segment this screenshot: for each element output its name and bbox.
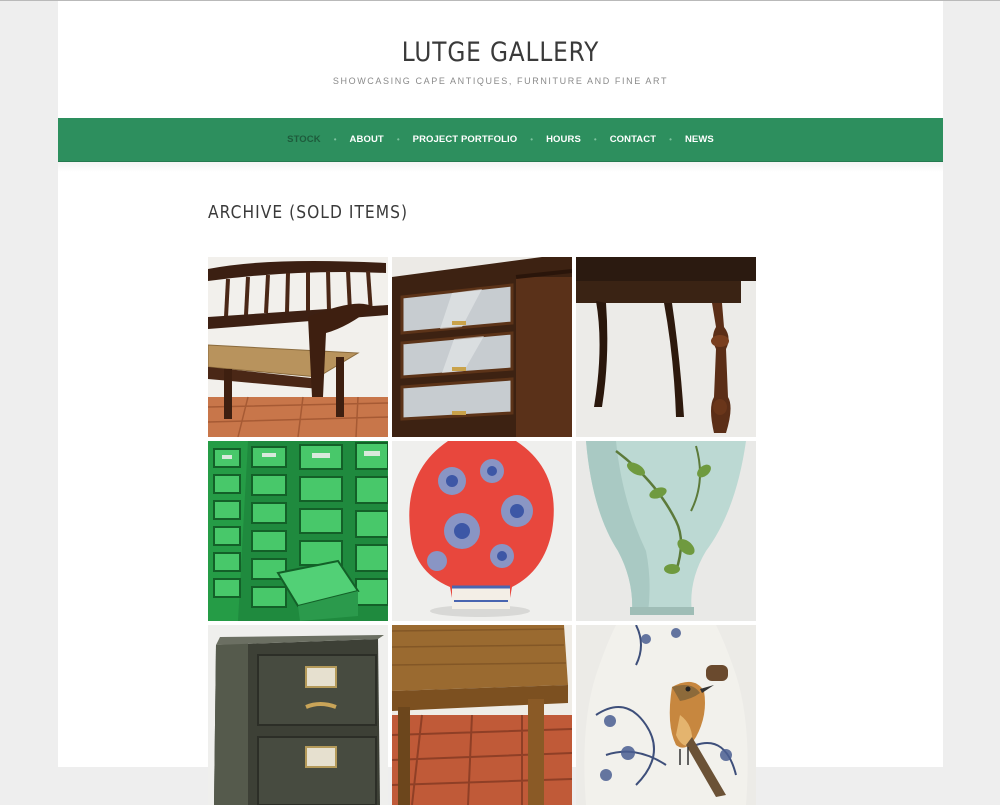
nav-item-project-portfolio[interactable]: PROJECT PORTFOLIO (413, 134, 518, 145)
page-container: LUTGE GALLERY SHOWCASING CAPE ANTIQUES, … (58, 1, 943, 805)
page-title: ARCHIVE (SOLD ITEMS) (208, 202, 409, 223)
nav-shadow (58, 162, 943, 172)
nav-item-contact[interactable]: CONTACT (610, 134, 656, 145)
bird-vase-photo (576, 625, 756, 805)
gallery-item-wooden-table[interactable] (392, 625, 572, 805)
bench-photo (208, 257, 388, 437)
main-navigation: STOCK • ABOUT • PROJECT PORTFOLIO • HOUR… (58, 118, 943, 162)
cabinet-photo (392, 257, 572, 437)
gallery-item-cabinet[interactable] (392, 257, 572, 437)
red-vase-photo (392, 441, 572, 621)
green-drawers-photo (208, 441, 388, 621)
gallery-item-red-vase[interactable] (392, 441, 572, 621)
gallery-item-filing-cabinet[interactable] (208, 625, 388, 805)
site-title[interactable]: LUTGE GALLERY (120, 37, 881, 68)
pale-vase-photo (576, 441, 756, 621)
gallery-item-table[interactable] (576, 257, 756, 437)
wooden-table-photo (392, 625, 572, 805)
table-photo (576, 257, 756, 437)
gallery-item-pale-vase[interactable] (576, 441, 756, 621)
nav-item-hours[interactable]: HOURS (546, 134, 581, 145)
nav-item-about[interactable]: ABOUT (350, 134, 384, 145)
nav-separator: • (396, 135, 400, 144)
nav-separator: • (669, 135, 672, 144)
gallery-item-green-drawers[interactable] (208, 441, 388, 621)
site-tagline: SHOWCASING CAPE ANTIQUES, FURNITURE AND … (332, 76, 669, 86)
nav-separator: • (530, 135, 534, 144)
gallery-item-bench[interactable] (208, 257, 388, 437)
nav-separator: • (333, 135, 337, 144)
nav-separator: • (593, 135, 597, 144)
nav-item-stock[interactable]: STOCK (287, 134, 321, 145)
nav-item-news[interactable]: NEWS (685, 134, 714, 145)
filing-cabinet-photo (208, 625, 388, 805)
gallery-item-bird-vase[interactable] (576, 625, 756, 805)
